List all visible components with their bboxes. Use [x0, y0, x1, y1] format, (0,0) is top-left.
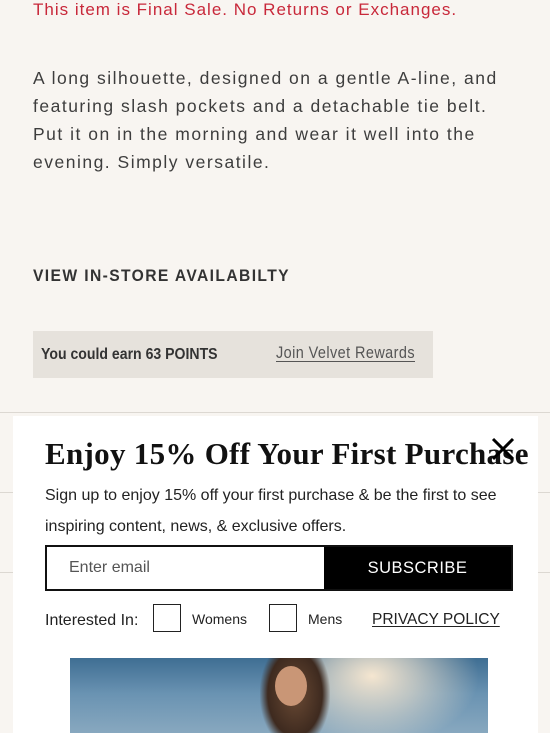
privacy-policy-link[interactable]: PRIVACY POLICY — [372, 611, 500, 629]
divider — [0, 412, 550, 413]
final-sale-notice: This item is Final Sale. No Returns or E… — [33, 0, 458, 19]
view-instore-availability-link[interactable]: VIEW IN-STORE AVAILABILTY — [33, 266, 290, 286]
email-signup-form: SUBSCRIBE — [45, 545, 513, 591]
mens-checkbox[interactable] — [269, 604, 297, 632]
product-description: A long silhouette, designed on a gentle … — [33, 68, 498, 172]
promo-image — [70, 658, 488, 733]
model-face — [275, 666, 307, 706]
womens-label: Womens — [192, 611, 247, 627]
modal-title: Enjoy 15% Off Your First Purchase — [45, 436, 529, 471]
close-icon[interactable] — [490, 436, 516, 462]
modal-subtitle: Sign up to enjoy 15% off your first purc… — [45, 487, 497, 535]
email-input[interactable] — [47, 547, 324, 589]
mens-label: Mens — [308, 611, 343, 627]
join-rewards-link[interactable]: Join Velvet Rewards — [276, 343, 415, 363]
subscribe-button[interactable]: SUBSCRIBE — [324, 547, 511, 589]
rewards-points-text: You could earn 63 POINTS — [41, 346, 218, 363]
interested-label: Interested In: — [45, 612, 139, 629]
signup-modal: Enjoy 15% Off Your First Purchase Sign u… — [13, 416, 538, 733]
rewards-banner: You could earn 63 POINTS Join Velvet Rew… — [33, 331, 433, 378]
womens-checkbox[interactable] — [153, 604, 181, 632]
interest-options: Interested In: Womens Mens PRIVACY POLIC… — [45, 604, 515, 634]
